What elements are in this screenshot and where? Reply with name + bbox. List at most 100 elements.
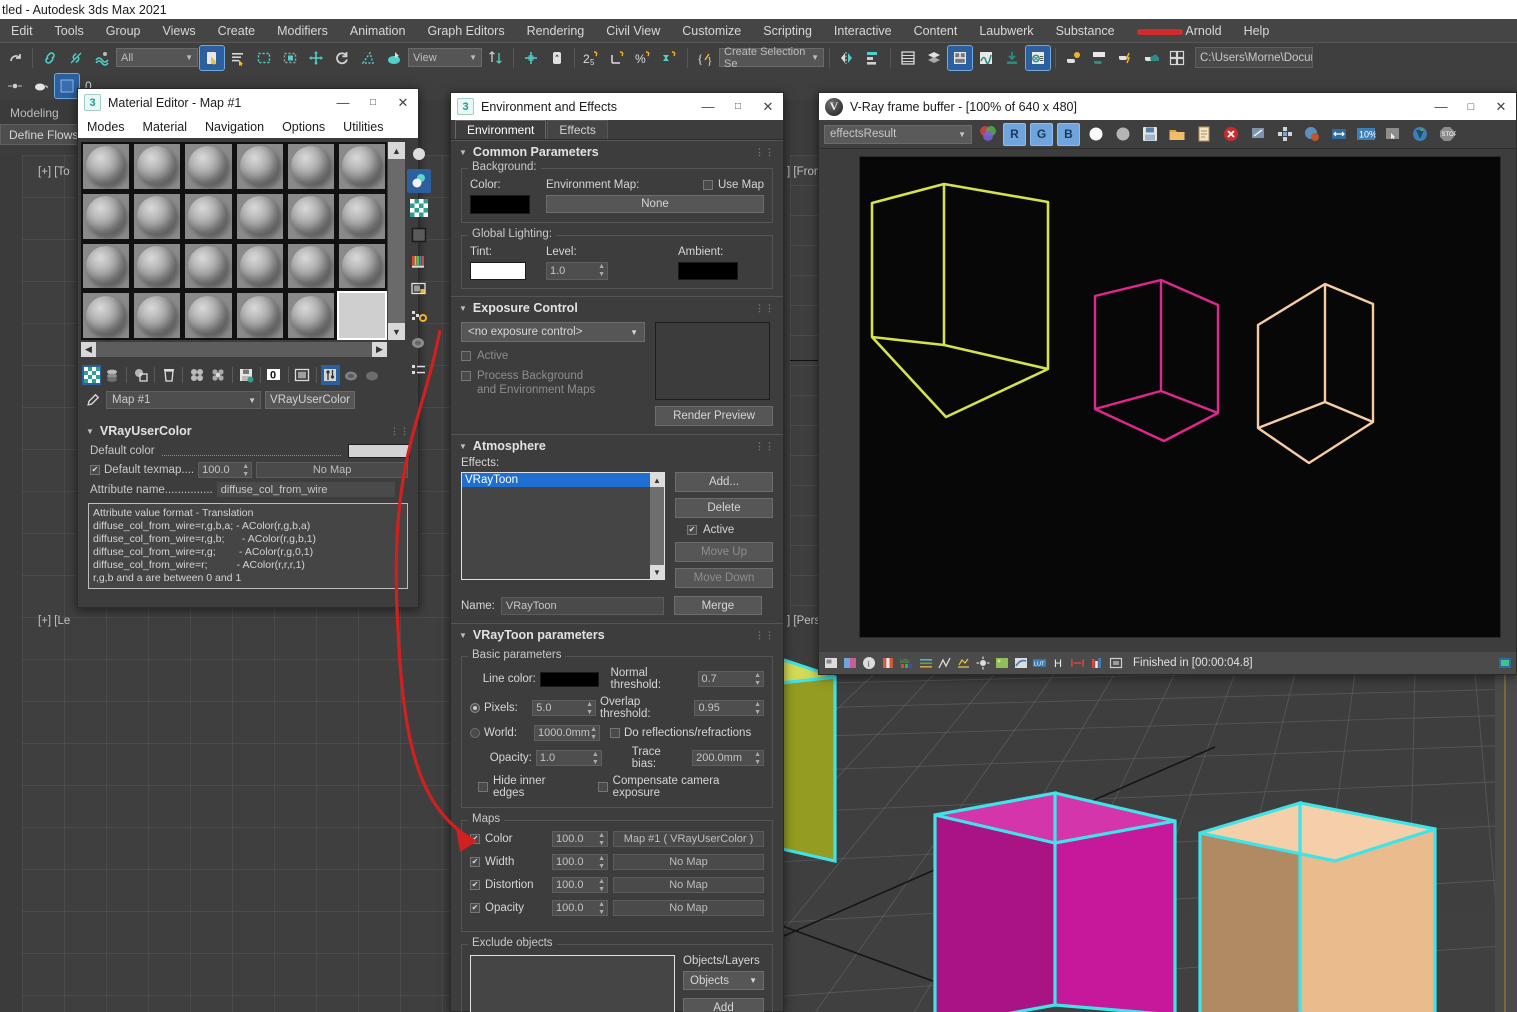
vfb-window-buttons[interactable]: — □ ✕: [1426, 93, 1516, 120]
move-up-button[interactable]: Move Up: [675, 542, 773, 562]
exposure-control-header[interactable]: ▼ Exposure Control ⋮⋮: [451, 297, 783, 319]
material-effects-channel-icon[interactable]: 0: [265, 365, 284, 385]
layer-explorer-icon[interactable]: [896, 46, 920, 70]
map-amount-spinner[interactable]: 100.0 ▲ ▼: [552, 877, 608, 893]
scroll-down-icon[interactable]: ▼: [388, 323, 405, 340]
material-slot[interactable]: [285, 191, 336, 241]
collapse-triangle-icon[interactable]: ▼: [86, 427, 94, 436]
select-and-rotate-icon[interactable]: [330, 46, 354, 70]
me-menu-options[interactable]: Options: [273, 118, 334, 136]
spinner-arrows-icon[interactable]: ▲ ▼: [592, 751, 599, 767]
select-by-name-icon[interactable]: [226, 46, 250, 70]
spinner-arrows-icon[interactable]: ▲ ▼: [754, 701, 761, 717]
menu-item-edit[interactable]: Edit: [0, 21, 44, 41]
map-enable-checkbox[interactable]: [470, 857, 480, 867]
menu-item-content[interactable]: Content: [903, 21, 969, 41]
effects-list-scrollbar[interactable]: ▲ ▼: [650, 473, 664, 579]
render-last-icon[interactable]: [1300, 123, 1323, 146]
material-slot[interactable]: [285, 291, 336, 340]
minimize-icon[interactable]: —: [693, 93, 723, 120]
effect-name-field[interactable]: VRayToon: [500, 596, 664, 615]
material-id-channel-icon[interactable]: [407, 358, 431, 382]
maximize-icon[interactable]: □: [723, 93, 753, 120]
environment-window-buttons[interactable]: — □ ✕: [693, 93, 783, 120]
exclude-objects-listbox[interactable]: [470, 955, 675, 1012]
exposure-icon[interactable]: [975, 656, 990, 671]
level-spinner[interactable]: 1.0 ▲ ▼: [546, 262, 608, 280]
me-menu-modes[interactable]: Modes: [78, 118, 134, 136]
process-background-checkbox[interactable]: [461, 371, 471, 381]
menu-item-substance[interactable]: Substance: [1045, 21, 1126, 41]
image-info-icon[interactable]: [823, 656, 838, 671]
scroll-down-icon[interactable]: ▼: [650, 565, 664, 579]
environment-map-button[interactable]: None: [546, 195, 764, 213]
render-iterative-icon[interactable]: [1087, 46, 1111, 70]
options-icon[interactable]: [407, 304, 431, 328]
slots-vertical-scrollbar[interactable]: ▲ ▼: [388, 142, 405, 340]
effects-listbox[interactable]: VRayToon ▲ ▼: [461, 472, 665, 580]
collapse-triangle-icon[interactable]: ▼: [459, 442, 467, 451]
close-icon[interactable]: ✕: [1486, 93, 1516, 120]
menu-item-create[interactable]: Create: [207, 21, 267, 41]
effect-list-item[interactable]: VRayToon: [462, 473, 664, 487]
compensate-exposure-checkbox[interactable]: [597, 782, 608, 792]
select-and-place-icon[interactable]: [382, 46, 406, 70]
material-slot[interactable]: [183, 191, 234, 241]
me-menu-navigation[interactable]: Navigation: [196, 118, 273, 136]
slots-horizontal-scrollbar[interactable]: ◀ ▶: [81, 342, 387, 357]
tab-environment[interactable]: Environment: [455, 120, 547, 139]
material-slot[interactable]: [81, 241, 132, 291]
use-transform-coordinate-center-icon[interactable]: [545, 46, 569, 70]
atmosphere-active-checkbox[interactable]: [687, 525, 697, 535]
scroll-right-icon[interactable]: ▶: [372, 342, 387, 357]
lens-effects-icon[interactable]: [1013, 656, 1028, 671]
material-editor-window[interactable]: 3 Material Editor - Map #1 — □ ✕ Modes Ma…: [77, 88, 431, 608]
spinner-arrows-icon[interactable]: ▲ ▼: [590, 726, 597, 742]
material-editor-menubar[interactable]: Modes Material Navigation Options Utilities: [78, 116, 418, 138]
track-render-icon[interactable]: [1327, 123, 1350, 146]
material-slot[interactable]: [285, 241, 336, 291]
default-texmap-button[interactable]: No Map: [256, 462, 409, 478]
material-slot[interactable]: [336, 291, 387, 340]
exposure-active-checkbox[interactable]: [461, 351, 471, 361]
material-slot[interactable]: [234, 191, 285, 241]
spinner-arrows-icon[interactable]: ▲ ▼: [754, 751, 761, 767]
select-object-icon[interactable]: [199, 44, 225, 71]
angle-snap-toggle-icon[interactable]: [606, 46, 630, 70]
select-by-material-icon[interactable]: [407, 331, 431, 355]
put-to-library-icon[interactable]: [236, 365, 255, 385]
background-checker-icon[interactable]: [407, 196, 431, 220]
menu-item-laubwerk[interactable]: Laubwerk: [968, 21, 1044, 41]
material-editor-window-buttons[interactable]: — □ ✕: [328, 89, 418, 116]
atmosphere-header[interactable]: ▼ Atmosphere ⋮⋮: [451, 435, 783, 457]
select-and-link-icon[interactable]: [38, 46, 62, 70]
pixels-spinner[interactable]: 5.0 ▲ ▼: [532, 700, 597, 716]
curve-editor-icon[interactable]: [974, 46, 998, 70]
mirror-icon[interactable]: [835, 46, 859, 70]
delete-effect-button[interactable]: Delete: [675, 498, 773, 518]
compact-material-editor-icon[interactable]: [947, 44, 973, 71]
teapot-preview-icon[interactable]: [29, 74, 53, 98]
common-parameters-header[interactable]: ▼ Common Parameters ⋮⋮: [451, 141, 783, 163]
horizontal-flip-icon[interactable]: [1070, 656, 1085, 671]
curve-icon[interactable]: [937, 656, 952, 671]
show-map-in-viewport-icon[interactable]: [293, 365, 312, 385]
hsl-icon[interactable]: HSL: [899, 656, 914, 671]
sample-uv-tiling-icon[interactable]: [407, 223, 431, 247]
edit-named-selection-sets-icon[interactable]: {}: [693, 46, 717, 70]
material-slot[interactable]: [234, 142, 285, 191]
material-type-button[interactable]: VRayUserColor: [265, 391, 355, 409]
duplicate-to-max-icon[interactable]: [1246, 123, 1269, 146]
hue-icon[interactable]: H: [1051, 656, 1066, 671]
vray-render-icon[interactable]: [1408, 123, 1431, 146]
menu-item-interactive[interactable]: Interactive: [823, 21, 903, 41]
render-channel-combo[interactable]: effectsResult ▼: [824, 124, 972, 144]
menu-item-civil-view[interactable]: Civil View: [595, 21, 671, 41]
scroll-up-icon[interactable]: ▲: [650, 473, 664, 487]
material-editor-toolbar[interactable]: 0: [82, 363, 382, 387]
spinner-arrows-icon[interactable]: ▲ ▼: [598, 878, 605, 894]
default-texmap-checkbox[interactable]: [90, 465, 100, 475]
hide-inner-edges-checkbox[interactable]: [478, 782, 488, 792]
menu-item-rendering[interactable]: Rendering: [516, 21, 596, 41]
map-amount-spinner[interactable]: 100.0 ▲ ▼: [552, 900, 608, 916]
